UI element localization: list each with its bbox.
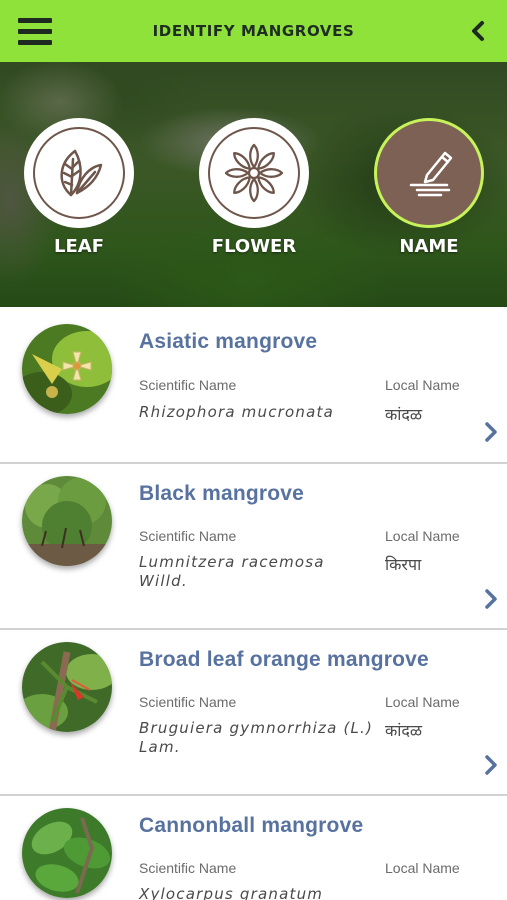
top-app-bar: IDENTIFY MANGROVES (0, 0, 507, 62)
flower-photo-thumbnail (22, 642, 112, 732)
species-common-name: Black mangrove (139, 482, 305, 505)
species-thumbnail (22, 476, 112, 566)
hamburger-menu-icon[interactable] (18, 18, 52, 46)
category-leaf-ring (33, 127, 125, 219)
chevron-right-icon[interactable] (483, 754, 499, 776)
species-thumbnail (22, 324, 112, 414)
species-common-name: Broad leaf orange mangrove (139, 648, 429, 671)
pencil-write-icon (409, 151, 453, 197)
scientific-name-label: Scientific Name (139, 694, 237, 710)
category-leaf-circle (24, 118, 134, 228)
species-scientific-name: Lumnitzera racemosa Willd. (139, 553, 325, 590)
species-row-asiatic-mangrove[interactable]: Asiatic mangrove Scientific Name Local N… (0, 307, 507, 464)
scientific-name-label: Scientific Name (139, 528, 237, 544)
chevron-right-icon[interactable] (483, 588, 499, 610)
scientific-name-label: Scientific Name (139, 860, 237, 876)
category-leaf-button[interactable]: LEAF (24, 118, 134, 257)
category-flower-label: FLOWER (211, 236, 297, 257)
species-row-broad-leaf-orange-mangrove[interactable]: Broad leaf orange mangrove Scientific Na… (0, 630, 507, 796)
species-scientific-name: Xylocarpus granatum (139, 885, 324, 900)
species-local-name: कांदळ (385, 405, 423, 424)
category-flower-circle (199, 118, 309, 228)
species-thumbnail (22, 642, 112, 732)
category-name-label: NAME (399, 236, 459, 257)
scientific-name-label: Scientific Name (139, 377, 237, 393)
local-name-label: Local Name (385, 377, 460, 393)
species-common-name: Cannonball mangrove (139, 814, 364, 837)
category-leaf-label: LEAF (54, 236, 104, 257)
local-name-label: Local Name (385, 528, 460, 544)
category-name-button[interactable]: NAME (374, 118, 484, 257)
species-scientific-name: Bruguiera gymnorrhiza (L.) Lam. (139, 719, 374, 756)
species-row-black-mangrove[interactable]: Black mangrove Scientific Name Local Nam… (0, 464, 507, 630)
leaf-icon (60, 149, 103, 197)
flower-photo-thumbnail (22, 324, 112, 414)
category-hero-banner: LEAF FLOWER NAME (0, 62, 507, 307)
category-flower-button[interactable]: FLOWER (199, 118, 309, 257)
species-local-name: किरपा (385, 555, 422, 574)
chevron-left-icon[interactable] (467, 19, 491, 43)
species-row-cannonball-mangrove[interactable]: Cannonball mangrove Scientific Name Loca… (0, 796, 507, 900)
category-name-circle (374, 118, 484, 228)
local-name-label: Local Name (385, 860, 460, 876)
species-list: Asiatic mangrove Scientific Name Local N… (0, 307, 507, 900)
page-title: IDENTIFY MANGROVES (152, 22, 355, 40)
leaf-photo-thumbnail (22, 808, 112, 898)
category-flower-ring (208, 127, 300, 219)
species-thumbnail (22, 808, 112, 898)
species-scientific-name: Rhizophora mucronata (139, 403, 334, 421)
local-name-label: Local Name (385, 694, 460, 710)
species-common-name: Asiatic mangrove (139, 330, 318, 353)
tree-photo-thumbnail (22, 476, 112, 566)
chevron-right-icon[interactable] (483, 421, 499, 443)
species-local-name: कांदळ (385, 721, 423, 740)
flower-icon (224, 143, 284, 203)
